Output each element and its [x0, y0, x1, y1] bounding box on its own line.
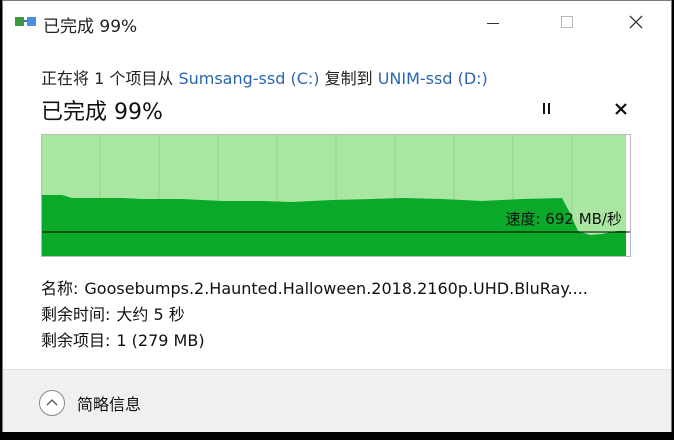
cancel-icon [615, 103, 627, 115]
transfer-middle: 复制到 [319, 69, 378, 88]
cancel-button[interactable] [611, 99, 631, 119]
fewer-details-toggle[interactable]: 简略信息 [39, 388, 141, 418]
close-icon [629, 15, 643, 29]
pause-button[interactable] [537, 99, 557, 119]
maximize-button[interactable] [545, 1, 591, 45]
time-remaining-value: 大约 5 秒 [116, 305, 185, 324]
minimize-button[interactable] [471, 1, 517, 45]
items-remaining-value: 1 (279 MB) [116, 331, 205, 350]
copy-progress-dialog: 已完成 99% 正在将 1 个项目从 Sumsang-ssd (C:) 复制到 … [2, 0, 672, 432]
time-remaining-row: 剩余时间: 大约 5 秒 [41, 301, 185, 325]
close-button[interactable] [613, 1, 659, 45]
progress-status-title: 已完成 99% [41, 100, 163, 125]
speed-graph: 速度: 692 MB/秒 [41, 134, 631, 257]
destination-link[interactable]: UNIM-ssd (D:) [378, 69, 488, 88]
source-link[interactable]: Sumsang-ssd (C:) [178, 69, 319, 88]
copy-progress-icon [15, 13, 37, 31]
file-name-row: 名称: Goosebumps.2.Haunted.Halloween.2018.2… [41, 275, 588, 299]
transfer-description: 正在将 1 个项目从 Sumsang-ssd (C:) 复制到 UNIM-ssd… [41, 65, 488, 89]
time-remaining-label: 剩余时间: [41, 305, 111, 324]
speed-graph-chart [42, 135, 630, 256]
chevron-up-icon [39, 390, 65, 416]
items-remaining-row: 剩余项目: 1 (279 MB) [41, 327, 205, 351]
window-title: 已完成 99% [43, 17, 138, 37]
items-remaining-label: 剩余项目: [41, 331, 111, 350]
file-name-value: Goosebumps.2.Haunted.Halloween.2018.2160… [84, 279, 588, 298]
file-name-label: 名称: [41, 279, 79, 298]
transfer-prefix: 正在将 1 个项目从 [41, 69, 179, 88]
fewer-details-label: 简略信息 [77, 395, 142, 414]
speed-label: 速度: 692 MB/秒 [505, 210, 622, 228]
dialog-footer: 简略信息 [3, 370, 671, 432]
title-bar[interactable]: 已完成 99% [3, 1, 671, 45]
